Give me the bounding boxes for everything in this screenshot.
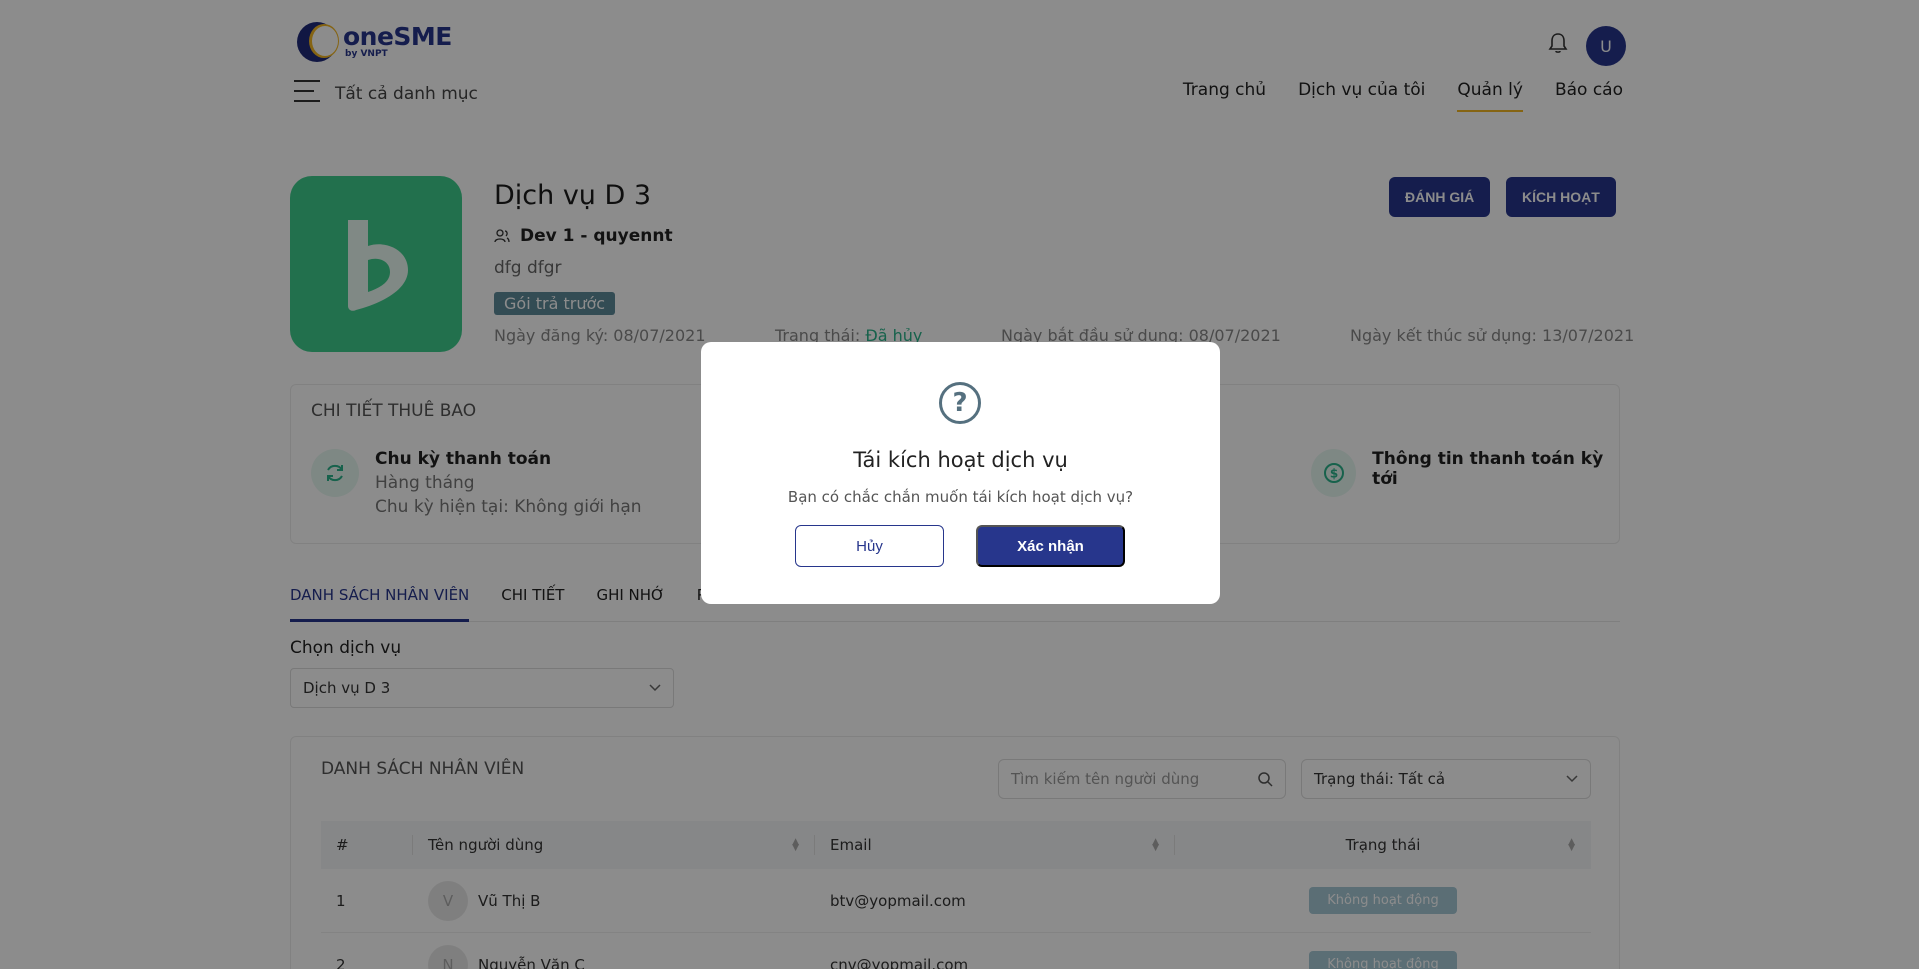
confirm-button[interactable]: Xác nhận [976, 525, 1125, 567]
dialog-message: Bạn có chắc chắn muốn tái kích hoạt dịch… [787, 488, 1134, 506]
cancel-button[interactable]: Hủy [795, 525, 944, 567]
reactivate-dialog: ? Tái kích hoạt dịch vụ Bạn có chắc chắn… [701, 342, 1220, 604]
page: oneSME by VNPT U Tất cả danh mục Trang c… [0, 0, 1919, 969]
dialog-title: Tái kích hoạt dịch vụ [853, 448, 1068, 472]
question-icon: ? [939, 382, 981, 424]
